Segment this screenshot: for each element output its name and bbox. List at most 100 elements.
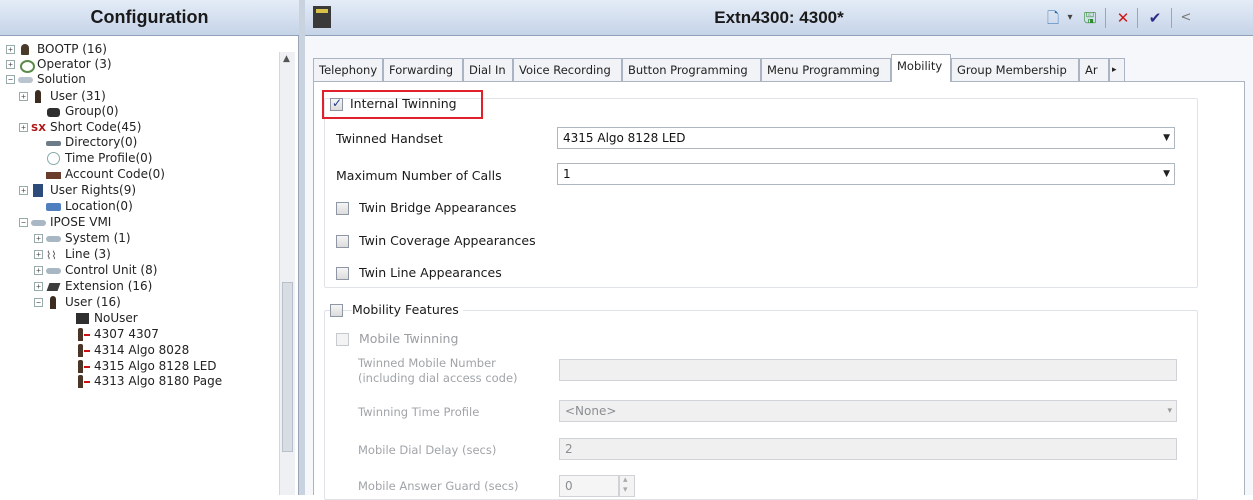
phone-user-icon	[75, 328, 91, 341]
tree-item-label: 4315 Algo 8128 LED	[94, 359, 217, 373]
tree-item[interactable]: + User (31)	[19, 89, 106, 104]
dropdown-arrow-icon[interactable]: ▼	[1163, 164, 1170, 184]
expand-icon[interactable]: +	[6, 60, 15, 69]
editor-title: Extn4300: 4300*	[714, 8, 844, 27]
scroll-up-icon[interactable]: ▲	[283, 54, 290, 64]
editor-header: Extn4300: 4300* 🗋 ▾ 🖫 ✕ ✔ <	[305, 0, 1253, 36]
mobility-features-checkbox[interactable]	[330, 304, 343, 317]
tree-item-label: Account Code(0)	[65, 167, 165, 181]
tree-item[interactable]: − User (16)	[34, 295, 121, 310]
short-code-icon: SX	[31, 123, 46, 134]
checkmark-icon[interactable]: ✔	[1145, 9, 1165, 27]
tab-group-membership[interactable]: Group Membership	[951, 58, 1079, 81]
expand-icon[interactable]: +	[19, 92, 28, 101]
tree-item[interactable]: + Control Unit (8)	[34, 263, 157, 278]
expand-icon[interactable]: +	[34, 250, 43, 259]
tree-item[interactable]: 4307 4307	[63, 327, 159, 342]
tree-item[interactable]: + BOOTP (16)	[6, 42, 107, 57]
tree-item[interactable]: + User Rights(9)	[19, 183, 136, 198]
tree-item-label: Directory(0)	[65, 135, 138, 149]
tree-item[interactable]: + ⌇⌇ Line (3)	[34, 247, 111, 262]
tab-ar[interactable]: Ar	[1079, 58, 1109, 81]
twinned-handset-select[interactable]: 4315 Algo 8128 LED ▼	[557, 127, 1175, 149]
dropdown-arrow-icon[interactable]: ▼	[1163, 128, 1170, 148]
expand-icon[interactable]: +	[34, 234, 43, 243]
tree-item-label: IPOSE VMI	[50, 215, 112, 229]
user-rights-icon	[31, 184, 47, 197]
tab-menu-programming[interactable]: Menu Programming	[761, 58, 891, 81]
tree-item[interactable]: Location(0)	[34, 199, 133, 214]
delete-icon[interactable]: ✕	[1113, 9, 1133, 27]
directory-icon	[46, 136, 62, 149]
twin-bridge-checkbox[interactable]	[336, 202, 349, 215]
toolbar-divider	[1105, 8, 1106, 28]
tree-item[interactable]: Directory(0)	[34, 135, 137, 150]
collapse-icon[interactable]: −	[34, 298, 43, 307]
tab-scroll-icon[interactable]: ▸	[1109, 58, 1125, 81]
twin-bridge-label: Twin Bridge Appearances	[359, 200, 517, 215]
tree-item[interactable]: Group(0)	[34, 104, 119, 119]
expand-icon[interactable]: +	[19, 186, 28, 195]
tree-item-label: User (16)	[65, 295, 121, 309]
expand-icon[interactable]: +	[19, 123, 28, 132]
tree-item[interactable]: 4315 Algo 8128 LED	[63, 359, 217, 374]
new-document-icon[interactable]: 🗋	[1042, 9, 1064, 27]
configuration-title: Configuration	[0, 0, 299, 36]
tree-item[interactable]: + System (1)	[34, 231, 131, 246]
dropdown-arrow-icon[interactable]: ▾	[1167, 401, 1172, 421]
back-arrow-icon[interactable]: <	[1177, 9, 1195, 27]
expand-icon[interactable]: +	[34, 266, 43, 275]
tree-scrollbar[interactable]: ▲	[279, 52, 295, 495]
bootp-icon	[18, 43, 34, 56]
tree-item[interactable]: + Operator (3)	[6, 57, 112, 73]
tree-item[interactable]: 4313 Algo 8180 Page	[63, 374, 222, 389]
mobile-answer-guard-input[interactable]: 0	[559, 475, 619, 497]
phone-user-icon	[75, 360, 91, 373]
chevron-down-icon[interactable]: ▾	[1065, 9, 1075, 27]
twinning-time-profile-select[interactable]: <None> ▾	[559, 400, 1177, 422]
mobile-dial-delay-input[interactable]: 2	[559, 438, 1177, 460]
tree-item[interactable]: − IPOSE VMI	[19, 215, 111, 230]
phone-user-icon	[75, 344, 91, 357]
tree-item-label: Location(0)	[65, 199, 133, 213]
mobile-twinning-checkbox[interactable]	[336, 333, 349, 346]
mobile-answer-guard-spinner[interactable]	[619, 475, 635, 497]
twin-coverage-checkbox[interactable]	[336, 235, 349, 248]
tab-mobility[interactable]: Mobility	[891, 54, 951, 82]
tree-item[interactable]: Account Code(0)	[34, 167, 165, 182]
tree-item[interactable]: + Extension (16)	[34, 279, 152, 294]
twin-line-checkbox[interactable]	[336, 267, 349, 280]
tab-telephony[interactable]: Telephony	[313, 58, 383, 81]
tree-item[interactable]: Time Profile(0)	[34, 151, 153, 166]
tree-item-label: Time Profile(0)	[65, 151, 153, 165]
max-calls-select[interactable]: 1 ▼	[557, 163, 1175, 185]
twinned-mobile-number-input[interactable]	[559, 359, 1177, 381]
scrollbar-thumb[interactable]	[282, 282, 293, 452]
collapse-icon[interactable]: −	[19, 218, 28, 227]
save-icon[interactable]: 🖫	[1079, 9, 1101, 27]
tree-item-label: 4307 4307	[94, 327, 159, 341]
twinned-handset-label: Twinned Handset	[336, 131, 443, 146]
twinning-time-profile-value: <None>	[565, 404, 617, 418]
max-calls-value: 1	[563, 167, 571, 181]
tree-item[interactable]: − Solution	[6, 72, 86, 87]
tab-voice-recording[interactable]: Voice Recording	[513, 58, 622, 81]
tree-item[interactable]: NoUser	[63, 311, 138, 326]
tab-button-programming[interactable]: Button Programming	[622, 58, 761, 81]
toolbar-divider	[1137, 8, 1138, 28]
tree-item-label: Short Code(45)	[50, 120, 142, 134]
tree-item[interactable]: 4314 Algo 8028	[63, 343, 189, 358]
tab-dial-in[interactable]: Dial In	[463, 58, 513, 81]
collapse-icon[interactable]: −	[6, 75, 15, 84]
group-icon	[46, 105, 62, 118]
tree-item-label: User (31)	[50, 89, 106, 103]
expand-icon[interactable]: +	[6, 45, 15, 54]
tab-strip: Telephony Forwarding Dial In Voice Recor…	[313, 54, 1253, 82]
tree-item[interactable]: + SX Short Code(45)	[19, 120, 141, 135]
expand-icon[interactable]: +	[34, 282, 43, 291]
extension-icon	[46, 280, 62, 293]
tab-forwarding[interactable]: Forwarding	[383, 58, 463, 81]
